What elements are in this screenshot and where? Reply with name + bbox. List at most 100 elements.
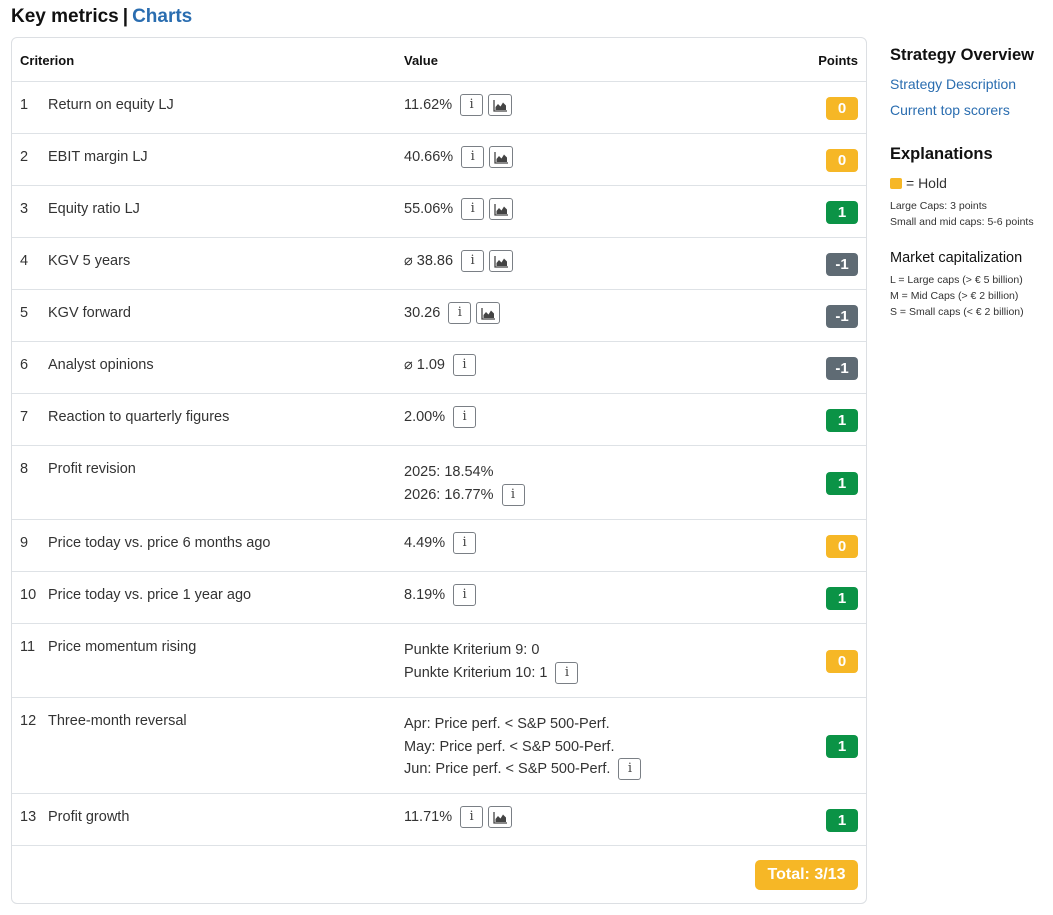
criterion-label: Three-month reversal — [48, 713, 187, 729]
value-cell: 11.71% i — [404, 806, 513, 829]
points-badge: -1 — [826, 304, 858, 328]
info-icon[interactable]: i — [461, 198, 485, 221]
table-header: Criterion Value Points — [12, 38, 866, 82]
table-row: 9 Price today vs. price 6 months ago 4.49%… — [12, 520, 866, 572]
info-icon[interactable]: i — [453, 406, 477, 429]
value-text: 4.49% — [404, 535, 446, 551]
table-row: 7 Reaction to quarterly figures 2.00% i 1 — [12, 394, 866, 446]
value-text: Apr: Price perf. < S&P 500-Perf. — [404, 716, 610, 732]
value-cell: ⌀ 1.09 i — [404, 354, 476, 377]
total-score-badge: Total: 3/13 — [755, 860, 858, 890]
page-title: Key metrics — [11, 6, 119, 27]
info-icon[interactable]: i — [461, 250, 485, 273]
info-icon[interactable]: i — [453, 584, 477, 607]
criterion-label: Equity ratio LJ — [48, 201, 140, 217]
area-chart-icon[interactable] — [476, 302, 501, 325]
row-number: 12 — [20, 713, 37, 729]
info-icon[interactable]: i — [555, 661, 579, 684]
value-text: 2.00% — [404, 409, 446, 425]
area-chart-icon[interactable] — [489, 250, 514, 273]
value-cell: 2025: 18.54% 2026: 16.77% i — [404, 461, 525, 506]
row-number: 10 — [20, 587, 37, 603]
table-row: 13 Profit growth 11.71% i 1 — [12, 794, 866, 846]
value-text: 11.62% — [404, 97, 453, 113]
info-icon[interactable]: i — [460, 94, 484, 117]
points-badge: 1 — [826, 408, 858, 432]
market-cap-item-large: L = Large caps (> € 5 billion) — [890, 274, 1023, 286]
points-badge: -1 — [826, 356, 858, 380]
info-icon[interactable]: i — [501, 483, 525, 506]
points-badge: 1 — [826, 471, 858, 495]
top-scorers-link[interactable]: Current top scorers — [890, 102, 1010, 118]
criterion-label: KGV 5 years — [48, 253, 131, 269]
points-badge: 0 — [826, 96, 858, 120]
info-icon[interactable]: i — [452, 354, 476, 377]
market-cap-item-mid: M = Mid Caps (> € 2 billion) — [890, 290, 1019, 302]
value-cell: Punkte Kriterium 9: 0 Punkte Kriterium 10… — [404, 639, 579, 684]
points-badge: 1 — [826, 586, 858, 610]
value-text: 11.71% — [404, 809, 453, 825]
points-badge: 0 — [826, 649, 858, 673]
charts-link[interactable]: Charts — [132, 6, 192, 27]
strategy-overview-heading: Strategy Overview — [890, 46, 1034, 64]
value-text: ⌀ 1.09 — [404, 357, 445, 373]
value-cell: 30.26 i — [404, 302, 501, 325]
table-row: 4 KGV 5 years ⌀ 38.86 i -1 — [12, 238, 866, 290]
value-text: ⌀ 38.86 — [404, 253, 454, 269]
info-icon[interactable]: i — [618, 758, 642, 781]
table-row: 10 Price today vs. price 1 year ago 8.19% i… — [12, 572, 866, 624]
header-separator: | — [122, 6, 129, 27]
value-text: 55.06% — [404, 201, 454, 217]
info-icon[interactable]: i — [460, 806, 484, 829]
value-cell: 4.49% i — [404, 532, 477, 555]
table-row: 12 Three-month reversal Apr: Price perf. <… — [12, 698, 866, 794]
row-number: 4 — [20, 253, 29, 269]
market-cap-heading: Market capitalization — [890, 250, 1023, 266]
info-icon[interactable]: i — [448, 302, 472, 325]
row-number: 3 — [20, 201, 29, 217]
table-row: 11 Price momentum rising Punkte Kriterium … — [12, 624, 866, 698]
row-number: 7 — [20, 409, 29, 425]
points-badge: -1 — [826, 252, 858, 276]
table-row: 5 KGV forward 30.26 i -1 — [12, 290, 866, 342]
row-number: 2 — [20, 149, 29, 165]
value-cell: 8.19% i — [404, 584, 477, 607]
small-mid-caps-note: Small and mid caps: 5-6 points — [890, 216, 1034, 228]
row-number: 5 — [20, 305, 29, 321]
value-cell: 40.66% i — [404, 146, 514, 169]
value-cell: 11.62% i — [404, 94, 513, 117]
table-row: 6 Analyst opinions ⌀ 1.09 i -1 — [12, 342, 866, 394]
table-row: 2 EBIT margin LJ 40.66% i 0 — [12, 134, 866, 186]
strategy-description-link[interactable]: Strategy Description — [890, 76, 1016, 92]
criterion-label: KGV forward — [48, 305, 131, 321]
value-cell: 55.06% i — [404, 198, 514, 221]
hold-swatch — [890, 177, 902, 189]
value-text: 2025: 18.54% — [404, 464, 494, 480]
table-row: 3 Equity ratio LJ 55.06% i 1 — [12, 186, 866, 238]
table-row: 1 Return on equity LJ 11.62% i 0 — [12, 82, 866, 134]
column-header-value: Value — [404, 53, 438, 68]
value-text: 2026: 16.77% — [404, 486, 494, 503]
explanations-heading: Explanations — [890, 145, 993, 163]
area-chart-icon[interactable] — [489, 198, 514, 221]
criterion-label: Profit growth — [48, 809, 130, 825]
points-badge: 1 — [826, 734, 858, 758]
column-header-points: Points — [818, 53, 858, 68]
points-badge: 0 — [826, 534, 858, 558]
area-chart-icon[interactable] — [488, 806, 513, 829]
market-cap-item-small: S = Small caps (< € 2 billion) — [890, 306, 1024, 318]
value-cell: ⌀ 38.86 i — [404, 250, 514, 273]
criterion-label: Reaction to quarterly figures — [48, 409, 230, 425]
criterion-label: Price today vs. price 6 months ago — [48, 535, 271, 551]
value-text: May: Price perf. < S&P 500-Perf. — [404, 738, 615, 755]
info-icon[interactable]: i — [461, 146, 485, 169]
area-chart-icon[interactable] — [488, 94, 513, 117]
criterion-label: Profit revision — [48, 461, 136, 477]
page-header: Key metrics | Charts — [11, 6, 192, 28]
criterion-label: Analyst opinions — [48, 357, 154, 373]
info-icon[interactable]: i — [453, 532, 477, 555]
area-chart-icon[interactable] — [489, 146, 514, 169]
key-metrics-table: Criterion Value Points 1 Return on equity… — [11, 37, 867, 904]
value-text: Punkte Kriterium 10: 1 — [404, 664, 548, 681]
table-row: 8 Profit revision 2025: 18.54% 2026: 16.77%… — [12, 446, 866, 520]
